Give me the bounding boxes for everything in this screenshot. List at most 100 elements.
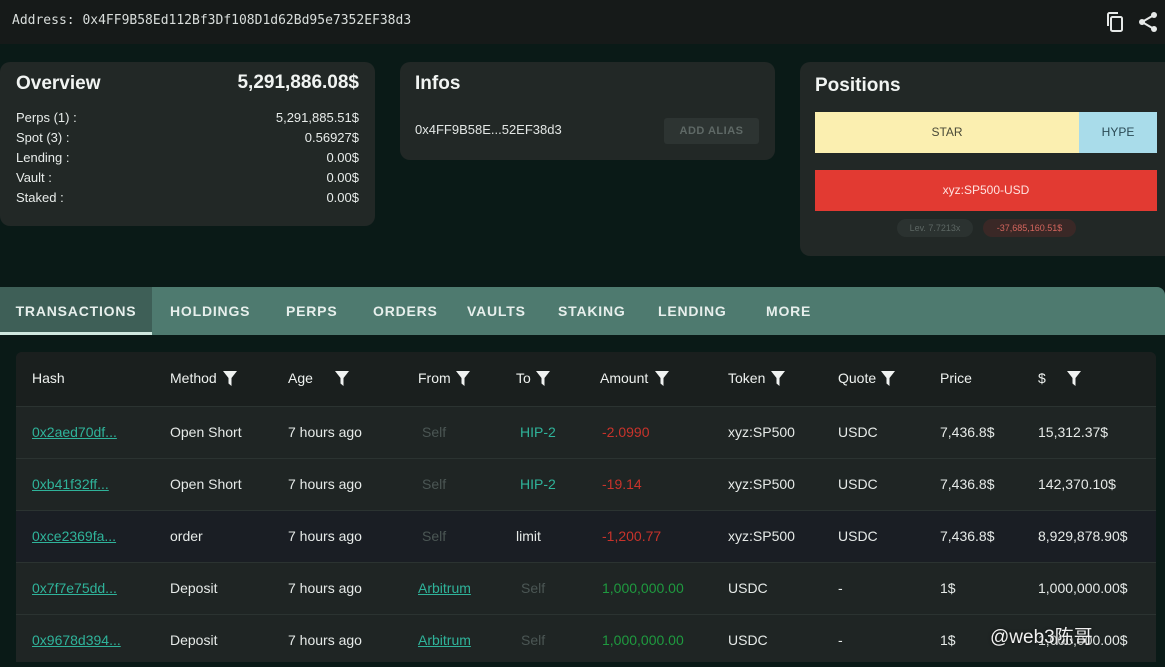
tx-amount: -2.0990 — [602, 424, 650, 440]
watermark: @web3陈哥 — [990, 627, 1093, 648]
table-row[interactable]: 0x2aed70df... Open Short 7 hours ago Sel… — [16, 406, 1156, 459]
transactions-table: Hash Method Age From To Amount Token Quo… — [16, 352, 1156, 662]
tx-method: Deposit — [170, 632, 218, 648]
overview-row-spot: Spot (3) : 0.56927$ — [16, 130, 359, 150]
filter-icon[interactable] — [456, 371, 470, 386]
filter-icon[interactable] — [771, 371, 785, 386]
tx-method: Deposit — [170, 580, 218, 596]
tx-token: xyz:SP500 — [728, 476, 795, 492]
tx-from: Self — [422, 476, 447, 492]
tx-to: Self — [521, 632, 546, 648]
infos-address[interactable]: 0x4FF9B58E...52EF38d3 — [415, 122, 562, 137]
table-row[interactable]: 0xb41f32ff... Open Short 7 hours ago Sel… — [16, 458, 1156, 511]
tab-perps[interactable]: PERPS — [286, 287, 337, 335]
leverage-badge: Lev. 7.7213x — [897, 219, 973, 237]
tx-method: Open Short — [170, 424, 242, 440]
overview-label: Vault : — [16, 170, 52, 185]
tx-method: Open Short — [170, 476, 242, 492]
header-quote: Quote — [838, 370, 877, 386]
tx-from: Self — [422, 424, 447, 440]
header-amount: Amount — [600, 370, 649, 386]
tx-hash-link[interactable]: 0x9678d394... — [32, 632, 121, 648]
tx-quote: - — [838, 632, 843, 648]
overview-row-lending: Lending : 0.00$ — [16, 150, 359, 170]
overview-label: Staked : — [16, 190, 64, 205]
address-bar: Address: 0x4FF9B58Ed112Bf3Df108D1d62Bd95… — [0, 0, 1165, 44]
tx-age: 7 hours ago — [288, 528, 362, 544]
tx-from-link[interactable]: Arbitrum — [418, 580, 471, 596]
tab-staking[interactable]: STAKING — [558, 287, 626, 335]
tab-lending[interactable]: LENDING — [658, 287, 727, 335]
header-to: To — [516, 370, 531, 386]
infos-title: Infos — [415, 73, 461, 94]
tx-amount: 1,000,000.00 — [602, 580, 684, 596]
tx-quote: USDC — [838, 528, 878, 544]
header-method: Method — [170, 370, 217, 386]
position-sp500[interactable]: xyz:SP500-USD — [815, 170, 1157, 211]
table-row[interactable]: 0xce2369fa... order 7 hours ago Self lim… — [16, 510, 1156, 563]
tx-price: 7,436.8$ — [940, 424, 995, 440]
tab-transactions[interactable]: TRANSACTIONS — [0, 287, 152, 335]
active-tab-indicator — [0, 332, 152, 335]
tx-price: 7,436.8$ — [940, 528, 995, 544]
overview-title: Overview — [16, 73, 101, 94]
overview-label: Lending : — [16, 150, 70, 165]
tx-price: 1$ — [940, 580, 956, 596]
tx-token: USDC — [728, 632, 768, 648]
header-from: From — [418, 370, 451, 386]
tx-hash-link[interactable]: 0x7f7e75dd... — [32, 580, 117, 596]
table-row[interactable]: 0x9678d394... Deposit 7 hours ago Arbitr… — [16, 614, 1156, 667]
tx-amount: 1,000,000.00 — [602, 632, 684, 648]
add-alias-button[interactable]: ADD ALIAS — [664, 118, 759, 144]
table-row[interactable]: 0x7f7e75dd... Deposit 7 hours ago Arbitr… — [16, 562, 1156, 615]
tx-method: order — [170, 528, 203, 544]
tx-quote: USDC — [838, 424, 878, 440]
tx-token: xyz:SP500 — [728, 424, 795, 440]
overview-row-perps: Perps (1) : 5,291,885.51$ — [16, 110, 359, 130]
tx-amount: -1,200.77 — [602, 528, 662, 544]
filter-icon[interactable] — [335, 371, 349, 386]
position-star[interactable]: STAR — [815, 112, 1079, 153]
overview-label: Spot (3) : — [16, 130, 70, 145]
tx-from: Self — [422, 528, 447, 544]
filter-icon[interactable] — [223, 371, 237, 386]
tx-age: 7 hours ago — [288, 632, 362, 648]
position-hype[interactable]: HYPE — [1079, 112, 1157, 153]
tx-token: USDC — [728, 580, 768, 596]
tx-hash-link[interactable]: 0xce2369fa... — [32, 528, 116, 544]
tx-usd: 15,312.37$ — [1038, 424, 1109, 440]
tab-more[interactable]: MORE — [766, 287, 811, 335]
tx-to: HIP-2 — [520, 424, 556, 440]
tab-vaults[interactable]: VAULTS — [467, 287, 526, 335]
positions-title: Positions — [815, 75, 901, 96]
header-token: Token — [728, 370, 766, 386]
overview-total: 5,291,886.08$ — [237, 72, 359, 93]
overview-label: Perps (1) : — [16, 110, 77, 125]
table-header: Hash Method Age From To Amount Token Quo… — [16, 352, 1156, 406]
filter-icon[interactable] — [881, 371, 895, 386]
overview-value: 0.56927$ — [304, 130, 359, 145]
tx-quote: - — [838, 580, 843, 596]
tx-from-link[interactable]: Arbitrum — [418, 632, 471, 648]
filter-icon[interactable] — [655, 371, 669, 386]
filter-icon[interactable] — [1067, 371, 1081, 386]
filter-icon[interactable] — [536, 371, 550, 386]
tx-age: 7 hours ago — [288, 476, 362, 492]
tx-hash-link[interactable]: 0xb41f32ff... — [32, 476, 109, 492]
tab-bar: TRANSACTIONS HOLDINGS PERPS ORDERS VAULT… — [0, 287, 1165, 335]
tab-orders[interactable]: ORDERS — [373, 287, 438, 335]
pnl-badge: -37,685,160.51$ — [983, 219, 1076, 237]
tx-to: Self — [521, 580, 546, 596]
share-icon[interactable] — [1136, 10, 1160, 34]
overview-value: 0.00$ — [326, 150, 359, 165]
copy-icon[interactable] — [1103, 10, 1127, 34]
tx-to: limit — [516, 528, 541, 544]
tx-age: 7 hours ago — [288, 580, 362, 596]
tx-to: HIP-2 — [520, 476, 556, 492]
tx-token: xyz:SP500 — [728, 528, 795, 544]
tab-holdings[interactable]: HOLDINGS — [170, 287, 250, 335]
tx-hash-link[interactable]: 0x2aed70df... — [32, 424, 117, 440]
tx-usd: 8,929,878.90$ — [1038, 528, 1128, 544]
tx-price: 7,436.8$ — [940, 476, 995, 492]
overview-value: 0.00$ — [326, 190, 359, 205]
